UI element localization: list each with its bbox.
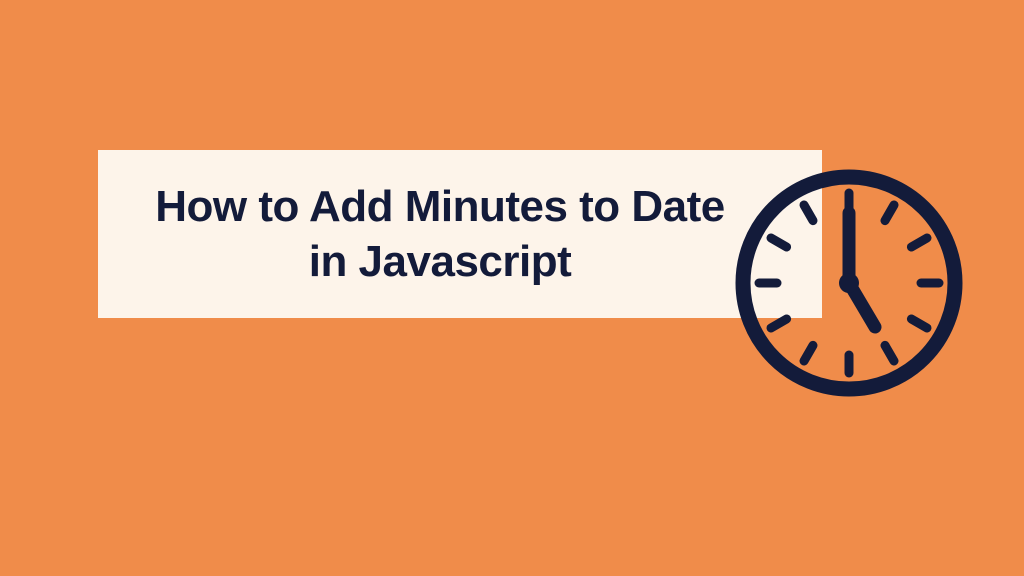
page-title: How to Add Minutes to Date in Javascript xyxy=(138,179,742,289)
title-container: How to Add Minutes to Date in Javascript xyxy=(98,150,822,318)
clock-icon xyxy=(735,169,963,397)
